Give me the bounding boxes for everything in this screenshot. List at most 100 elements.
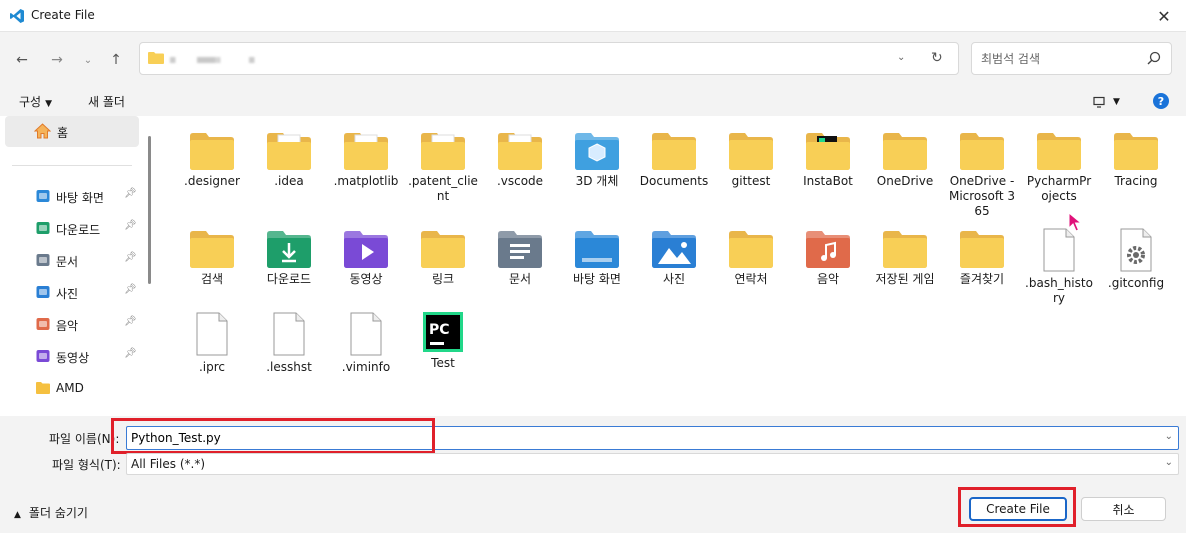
picture-icon (36, 286, 50, 298)
sidebar-item-home[interactable]: 홈 (5, 116, 139, 147)
file-item-label: 문서 (508, 272, 532, 286)
file-item[interactable]: .vscode (485, 130, 555, 189)
folder-icon (498, 133, 542, 170)
filetype-value: All Files (*.*) (131, 457, 206, 471)
chevron-down-icon[interactable]: ⌄ (1165, 431, 1173, 442)
folder-icon (190, 133, 234, 170)
sidebar-item-2[interactable]: 다운로드 📌︎ (0, 216, 145, 240)
folder-icon (148, 52, 164, 64)
music-icon (36, 318, 50, 330)
close-button[interactable]: ✕ (1142, 0, 1186, 32)
file-item[interactable]: 저장된 게임 (870, 228, 940, 287)
document-icon (36, 254, 50, 266)
sidebar-item-label: 다운로드 (56, 223, 101, 237)
folder-icon (960, 133, 1004, 170)
sidebar-item-5[interactable]: 음악 📌︎ (0, 312, 145, 336)
file-item[interactable]: Tracing (1101, 130, 1171, 189)
desktop-folder-icon (575, 231, 619, 268)
download-folder-icon (267, 231, 311, 268)
file-item[interactable]: 연락처 (716, 228, 786, 287)
refresh-icon[interactable]: ↻ (931, 50, 943, 66)
folder-icon (1037, 133, 1081, 170)
file-item[interactable]: 바탕 화면 (562, 228, 632, 287)
file-item-label: .idea (274, 174, 304, 188)
file-item[interactable]: gittest (716, 130, 786, 189)
search-box[interactable] (971, 42, 1172, 75)
sidebar-item-label: AMD (56, 381, 84, 395)
sidebar-scrollbar[interactable] (148, 136, 151, 284)
file-item-label: 동영상 (349, 272, 383, 286)
file-list: .designer .idea .matplotlib .patent_client.… (157, 116, 1186, 416)
file-item[interactable]: .matplotlib (331, 130, 401, 189)
file-item[interactable]: InstaBot (793, 130, 863, 189)
hide-folders-button[interactable]: ▲ 폴더 숨기기 (14, 504, 88, 521)
search-input[interactable] (981, 50, 1141, 68)
address-dropdown-icon[interactable]: ⌄ (897, 52, 905, 63)
picture-folder-icon (652, 231, 696, 268)
file-item-label: Documents (639, 174, 709, 188)
command-bar: 구성 ▼ 새 폴더 ▼ ? (0, 86, 1186, 116)
file-item[interactable]: .bash_history (1024, 228, 1094, 306)
file-item[interactable]: 동영상 (331, 228, 401, 287)
file-item[interactable]: OneDrive (870, 130, 940, 189)
address-bar[interactable]: ⌄ ↻ (139, 42, 959, 75)
folder-icon (190, 231, 234, 268)
file-item[interactable]: PycharmProjects (1024, 130, 1094, 204)
sidebar-item-3[interactable]: 문서 📌︎ (0, 248, 145, 272)
3d-objects-icon (575, 133, 619, 170)
sidebar-divider (12, 165, 132, 166)
file-item[interactable]: .viminfo (331, 312, 401, 375)
file-item[interactable]: .patent_client (408, 130, 478, 204)
video-folder-icon (344, 231, 388, 268)
file-item-label: .vscode (496, 174, 544, 188)
folder-icon (344, 133, 388, 170)
file-item[interactable]: OneDrive - Microsoft 365 (947, 130, 1017, 219)
pin-icon: 📌︎ (124, 188, 137, 199)
filetype-select[interactable]: All Files (*.*) ⌄ (126, 453, 1179, 475)
file-item[interactable]: PC Test (408, 312, 478, 371)
pin-icon: 📌︎ (124, 284, 137, 295)
pin-icon: 📌︎ (124, 348, 137, 359)
recent-locations-button[interactable]: ⌄ (78, 50, 98, 70)
hide-folders-label: 폴더 숨기기 (28, 506, 88, 520)
file-item[interactable]: .designer (177, 130, 247, 189)
up-button[interactable]: ↑ (106, 50, 126, 70)
new-folder-button[interactable]: 새 폴더 (88, 93, 125, 110)
search-icon[interactable] (1147, 51, 1161, 65)
file-item-label: 음악 (816, 272, 840, 286)
sidebar-item-6[interactable]: 동영상 📌︎ (0, 344, 145, 368)
file-item[interactable]: .idea (254, 130, 324, 189)
folder-icon (960, 231, 1004, 268)
sidebar-item-7[interactable]: AMD (0, 376, 145, 400)
file-item[interactable]: .iprc (177, 312, 247, 375)
file-item[interactable]: 3D 개체 (562, 130, 632, 189)
file-item[interactable]: 다운로드 (254, 228, 324, 287)
music-folder-icon (806, 231, 850, 268)
sidebar-item-4[interactable]: 사진 📌︎ (0, 280, 145, 304)
file-item[interactable]: .lesshst (254, 312, 324, 375)
organize-button[interactable]: 구성 ▼ (19, 93, 52, 110)
back-button[interactable]: ← (12, 50, 32, 70)
help-button[interactable]: ? (1153, 93, 1169, 109)
create-button-highlight (958, 487, 1076, 527)
file-item-label: gittest (731, 174, 771, 188)
file-item-label: 즐겨찾기 (959, 272, 1005, 286)
file-item[interactable]: 즐겨찾기 (947, 228, 1017, 287)
file-item[interactable]: 음악 (793, 228, 863, 287)
file-item[interactable]: Documents (639, 130, 709, 189)
sidebar-item-1[interactable]: 바탕 화면 📌︎ (0, 184, 145, 208)
file-item[interactable]: 검색 (177, 228, 247, 287)
file-item-label: OneDrive (876, 174, 934, 188)
sidebar-item-label: 홈 (57, 126, 69, 140)
file-item-label: 바탕 화면 (573, 272, 621, 286)
address-path-redacted (170, 57, 260, 63)
file-item[interactable]: 문서 (485, 228, 555, 287)
cancel-button[interactable]: 취소 (1081, 497, 1166, 521)
vscode-icon (10, 9, 24, 23)
file-item[interactable]: 링크 (408, 228, 478, 287)
folder-icon (1114, 133, 1158, 170)
file-item[interactable]: 사진 (639, 228, 709, 287)
forward-button[interactable]: → (47, 50, 67, 70)
view-options-button[interactable]: ▼ (1093, 93, 1127, 111)
file-item[interactable]: .gitconfig (1101, 228, 1171, 291)
